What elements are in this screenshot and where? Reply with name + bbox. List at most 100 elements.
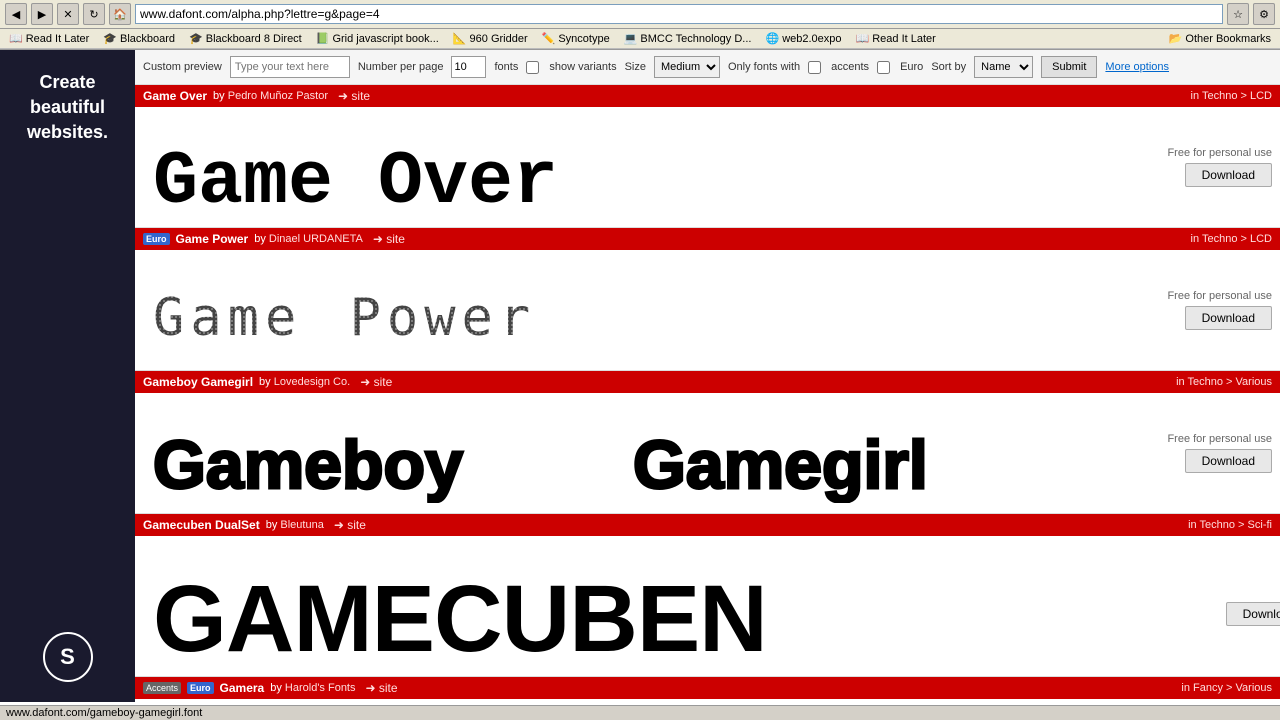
- euro-badge: Euro: [143, 233, 170, 245]
- show-variants-label: show variants: [549, 61, 616, 73]
- only-fonts-label: Only fonts with: [728, 61, 800, 73]
- font-actions-gamecuben: Free Download: [1193, 586, 1280, 626]
- preview-svg-gameboy: Gameboy Gamegirl: [143, 403, 1043, 503]
- toolbar: Custom preview Number per page fonts sho…: [135, 50, 1280, 85]
- font-header-left: Gamecuben DualSet by Bleutuna ➜ site: [143, 518, 366, 532]
- status-text: www.dafont.com/gameboy-gamegirl.font: [6, 707, 202, 719]
- svg-text:Game Over: Game Over: [153, 140, 558, 217]
- main-layout: Create beautiful websites. S Custom prev…: [0, 50, 1280, 702]
- bookmark-grid-js[interactable]: 📗 Grid javascript book...: [312, 31, 443, 46]
- font-name: Game Over: [143, 89, 207, 103]
- font-body-gamera: Free: [135, 699, 1280, 702]
- font-category: in Techno > Sci-fi: [1188, 519, 1272, 531]
- subcategory-link[interactable]: Various: [1236, 376, 1272, 388]
- download-button-gamecuben[interactable]: Download: [1226, 602, 1280, 626]
- preview-svg-game-over: Game Over: [143, 117, 843, 217]
- forward-button[interactable]: ▶: [31, 3, 53, 25]
- font-author: by Lovedesign Co.: [259, 376, 350, 388]
- font-preview-game-over: Game Over: [143, 117, 1152, 217]
- size-select[interactable]: Medium Small Large: [654, 56, 720, 78]
- download-button-gameboy[interactable]: Download: [1185, 449, 1272, 473]
- euro-label: Euro: [900, 61, 923, 73]
- subcategory-link[interactable]: Various: [1236, 682, 1272, 694]
- bookmark-icon: ✏️: [542, 32, 556, 45]
- author-link[interactable]: Dinael URDANETA: [269, 233, 363, 245]
- bookmark-read-it-later[interactable]: 📖 Read It Later: [5, 31, 93, 46]
- author-link[interactable]: Harold's Fonts: [285, 682, 356, 694]
- home-button[interactable]: 🏠: [109, 3, 131, 25]
- site-link[interactable]: ➜ site: [366, 681, 398, 695]
- bookmark-icon: 🌐: [765, 32, 779, 45]
- fonts-label: fonts: [494, 61, 518, 73]
- refresh-button[interactable]: ↻: [83, 3, 105, 25]
- author-link[interactable]: Lovedesign Co.: [274, 376, 350, 388]
- font-preview-gamecuben: GAMECUBEN: [143, 546, 1193, 666]
- preview-input[interactable]: [230, 56, 350, 78]
- nav-bar: ◀ ▶ ✕ ↻ 🏠 ☆ ⚙: [0, 0, 1280, 29]
- download-button-game-power[interactable]: Download: [1185, 306, 1272, 330]
- bookmark-web2expo[interactable]: 🌐 web2.0expo: [761, 31, 845, 46]
- font-actions-gameboy: Free for personal use Download: [1152, 433, 1272, 473]
- size-label: Size: [625, 61, 646, 73]
- number-per-page-input[interactable]: [451, 56, 486, 78]
- license-label: Free for personal use: [1167, 147, 1272, 159]
- bookmark-other[interactable]: 📂 Other Bookmarks: [1165, 31, 1275, 46]
- bookmark-blackboard[interactable]: 🎓 Blackboard: [99, 31, 179, 46]
- font-section-game-over: Game Over by Pedro Muñoz Pastor ➜ site i…: [135, 85, 1280, 228]
- font-category: in Techno > LCD: [1191, 90, 1272, 102]
- font-name: Gamera: [220, 681, 265, 695]
- font-header-game-power: Euro Game Power by Dinael URDANETA ➜ sit…: [135, 228, 1280, 250]
- back-button[interactable]: ◀: [5, 3, 27, 25]
- svg-text:Gameboy: Gameboy: [153, 427, 463, 503]
- tools-button[interactable]: ⚙: [1253, 3, 1275, 25]
- font-body-game-power: Game Power Free for personal use Downlo: [135, 250, 1280, 370]
- sidebar-tagline: Create beautiful websites.: [10, 70, 125, 146]
- license-label: Free for personal use: [1167, 433, 1272, 445]
- site-link[interactable]: ➜ site: [360, 375, 392, 389]
- bookmark-read-later2[interactable]: 📖 Read It Later: [852, 31, 940, 46]
- font-category: in Techno > LCD: [1191, 233, 1272, 245]
- font-actions-game-power: Free for personal use Download: [1152, 290, 1272, 330]
- bookmark-blackboard-direct[interactable]: 🎓 Blackboard 8 Direct: [185, 31, 306, 46]
- euro-checkbox[interactable]: [877, 61, 890, 74]
- author-link[interactable]: Pedro Muñoz Pastor: [228, 90, 328, 102]
- site-link[interactable]: ➜ site: [334, 518, 366, 532]
- font-header-left: Accents Euro Gamera by Harold's Fonts ➜ …: [143, 681, 398, 695]
- content-area: Custom preview Number per page fonts sho…: [135, 50, 1280, 702]
- bookmark-icon: 🎓: [189, 32, 203, 45]
- accents-badge: Accents: [143, 682, 181, 694]
- font-header-left: Game Over by Pedro Muñoz Pastor ➜ site: [143, 89, 370, 103]
- sort-select[interactable]: Name Author Date: [974, 56, 1033, 78]
- site-link[interactable]: ➜ site: [373, 232, 405, 246]
- preview-label: Custom preview: [143, 61, 222, 73]
- number-per-page-label: Number per page: [358, 61, 444, 73]
- address-bar[interactable]: [135, 4, 1223, 24]
- stop-button[interactable]: ✕: [57, 3, 79, 25]
- author-link[interactable]: Bleutuna: [280, 519, 323, 531]
- bookmark-960-gridder[interactable]: 📐 960 Gridder: [449, 31, 532, 46]
- star-button[interactable]: ☆: [1227, 3, 1249, 25]
- subcategory-link[interactable]: LCD: [1250, 90, 1272, 102]
- bookmark-syncotype[interactable]: ✏️ Syncotype: [538, 31, 614, 46]
- submit-button[interactable]: Submit: [1041, 56, 1097, 78]
- bookmark-bmcc[interactable]: 💻 BMCC Technology D...: [620, 31, 756, 46]
- font-header-left: Gameboy Gamegirl by Lovedesign Co. ➜ sit…: [143, 375, 392, 389]
- bookmarks-bar: 📖 Read It Later 🎓 Blackboard 🎓 Blackboar…: [0, 29, 1280, 49]
- more-options-link[interactable]: More options: [1105, 61, 1169, 73]
- font-section-gameboy-gamegirl: Gameboy Gamegirl by Lovedesign Co. ➜ sit…: [135, 371, 1280, 514]
- show-variants-checkbox[interactable]: [526, 61, 539, 74]
- download-button-game-over[interactable]: Download: [1185, 163, 1272, 187]
- status-bar: www.dafont.com/gameboy-gamegirl.font: [0, 705, 1280, 720]
- font-category: in Techno > Various: [1176, 376, 1272, 388]
- font-section-gamecuben: Gamecuben DualSet by Bleutuna ➜ site in …: [135, 514, 1280, 677]
- bookmark-icon: 🎓: [103, 32, 117, 45]
- accents-checkbox[interactable]: [808, 61, 821, 74]
- font-name: Gameboy Gamegirl: [143, 375, 253, 389]
- subcategory-link[interactable]: LCD: [1250, 233, 1272, 245]
- font-header-gameboy-gamegirl: Gameboy Gamegirl by Lovedesign Co. ➜ sit…: [135, 371, 1280, 393]
- squarespace-logo[interactable]: S: [43, 632, 93, 682]
- site-link[interactable]: ➜ site: [338, 89, 370, 103]
- subcategory-link[interactable]: Sci-fi: [1248, 519, 1272, 531]
- folder-icon: 📂: [1169, 32, 1183, 45]
- font-section-gamera: Accents Euro Gamera by Harold's Fonts ➜ …: [135, 677, 1280, 702]
